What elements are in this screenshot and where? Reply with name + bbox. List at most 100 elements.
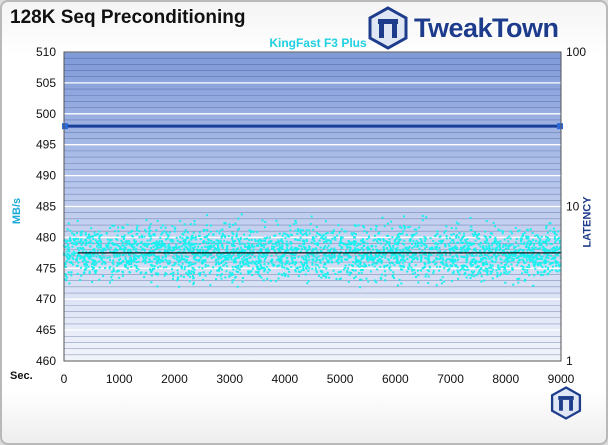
- scatter-point: [83, 257, 86, 260]
- scatter-point: [353, 247, 356, 250]
- scatter-point: [123, 246, 126, 249]
- scatter-point: [555, 264, 558, 267]
- scatter-point: [406, 253, 409, 256]
- scatter-point: [204, 259, 207, 262]
- scatter-point: [512, 283, 515, 286]
- scatter-point: [232, 223, 235, 226]
- scatter-point: [154, 272, 157, 275]
- scatter-point: [432, 272, 435, 275]
- scatter-point: [105, 232, 108, 235]
- scatter-point: [287, 268, 290, 271]
- scatter-point: [281, 266, 284, 269]
- scatter-point: [438, 240, 441, 243]
- scatter-point: [384, 256, 387, 259]
- scatter-point: [454, 247, 457, 250]
- scatter-point: [132, 248, 135, 251]
- scatter-point: [214, 278, 217, 281]
- scatter-point: [178, 256, 181, 259]
- scatter-point: [304, 258, 307, 261]
- scatter-point: [67, 222, 70, 225]
- scatter-point: [235, 270, 238, 273]
- scatter-point: [540, 274, 543, 277]
- scatter-point: [337, 271, 340, 274]
- scatter-point: [93, 231, 96, 234]
- scatter-point: [175, 243, 178, 246]
- y-tick-label: 460: [36, 354, 56, 368]
- scatter-point: [241, 242, 244, 245]
- scatter-point: [306, 234, 309, 237]
- scatter-point: [526, 269, 529, 272]
- scatter-point: [414, 271, 417, 274]
- scatter-point: [531, 260, 534, 263]
- scatter-point: [414, 242, 417, 245]
- scatter-point: [376, 255, 379, 258]
- scatter-point: [142, 256, 145, 259]
- scatter-point: [463, 249, 466, 252]
- scatter-point: [91, 248, 94, 251]
- scatter-point: [153, 244, 156, 247]
- scatter-point: [141, 260, 144, 263]
- scatter-point: [239, 262, 242, 265]
- scatter-point: [414, 264, 417, 267]
- scatter-point: [243, 256, 246, 259]
- scatter-point: [541, 266, 544, 269]
- scatter-point: [556, 261, 559, 264]
- scatter-point: [490, 256, 493, 259]
- scatter-point: [394, 239, 397, 242]
- scatter-point: [185, 255, 188, 258]
- scatter-point: [523, 231, 526, 234]
- scatter-point: [135, 229, 138, 232]
- scatter-point: [435, 258, 438, 261]
- scatter-point: [269, 279, 272, 282]
- scatter-point: [302, 269, 305, 272]
- scatter-point: [536, 247, 539, 250]
- scatter-point: [263, 263, 266, 266]
- scatter-point: [504, 247, 507, 250]
- scatter-point: [368, 248, 371, 251]
- scatter-point: [423, 243, 426, 246]
- scatter-point: [362, 245, 365, 248]
- scatter-point: [414, 275, 417, 278]
- scatter-point: [143, 276, 146, 279]
- scatter-point: [251, 274, 254, 277]
- scatter-point: [437, 243, 440, 246]
- scatter-point: [193, 223, 196, 226]
- scatter-point: [328, 254, 331, 257]
- scatter-point: [558, 239, 561, 242]
- scatter-point: [198, 235, 201, 238]
- scatter-point: [485, 245, 488, 248]
- scatter-point: [546, 266, 549, 269]
- scatter-point: [235, 250, 238, 253]
- scatter-point: [194, 235, 197, 238]
- scatter-point: [206, 228, 209, 231]
- scatter-point: [413, 268, 416, 271]
- scatter-point: [315, 247, 318, 250]
- scatter-point: [138, 254, 141, 257]
- scatter-point: [255, 271, 258, 274]
- y-tick-label: 480: [36, 230, 56, 244]
- scatter-point: [150, 242, 153, 245]
- scatter-point: [223, 235, 226, 238]
- scatter-point: [263, 226, 266, 229]
- scatter-point: [538, 243, 541, 246]
- scatter-point: [202, 241, 205, 244]
- scatter-point: [341, 236, 344, 239]
- scatter-point: [545, 227, 548, 230]
- scatter-point: [464, 264, 467, 267]
- scatter-point: [357, 224, 360, 227]
- scatter-point: [278, 232, 281, 235]
- y-tick-label: 490: [36, 169, 56, 183]
- scatter-point: [159, 236, 162, 239]
- scatter-point: [396, 261, 399, 264]
- scatter-point: [202, 249, 205, 252]
- scatter-point: [372, 248, 375, 251]
- scatter-point: [120, 248, 123, 251]
- scatter-point: [552, 261, 555, 264]
- scatter-point: [537, 271, 540, 274]
- scatter-point: [449, 237, 452, 240]
- scatter-point: [135, 265, 138, 268]
- scatter-point: [459, 248, 462, 251]
- scatter-point: [176, 269, 179, 272]
- scatter-point: [259, 243, 262, 246]
- scatter-point: [486, 270, 489, 273]
